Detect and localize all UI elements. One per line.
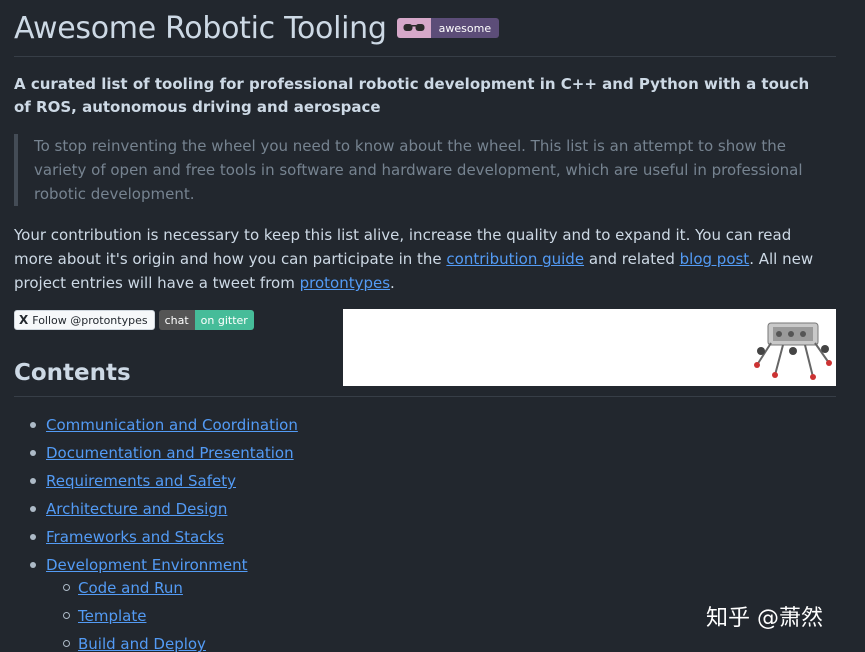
toc-subitem: Code and Run [46, 575, 206, 603]
title-row: Awesome Robotic Tooling awesome [14, 8, 500, 48]
toc-item: Architecture and Design [14, 496, 298, 524]
toc-link-requirements[interactable]: Requirements and Safety [46, 472, 236, 490]
toc-item: Documentation and Presentation [14, 440, 298, 468]
protontypes-link[interactable]: protontypes [300, 274, 390, 292]
contents-divider [14, 396, 836, 397]
toc-item: Frameworks and Stacks [14, 524, 298, 552]
x-logo-icon: X [19, 313, 29, 327]
contribution-paragraph: Your contribution is necessary to keep t… [14, 223, 824, 295]
sunglasses-icon [396, 18, 431, 38]
blog-post-link[interactable]: blog post [680, 250, 750, 268]
table-of-contents: Communication and Coordination Documenta… [14, 412, 298, 580]
twitter-follow-badge[interactable]: X Follow @protontypes [14, 310, 155, 330]
toc-subitem: Build and Deploy [46, 631, 206, 652]
toc-link-code-and-run[interactable]: Code and Run [78, 579, 183, 597]
table-of-contents-sublist: Code and Run Template Build and Deploy [46, 575, 206, 652]
contribution-text-4: . [390, 274, 395, 292]
contribution-text-2: and related [584, 250, 680, 268]
toc-link-communication[interactable]: Communication and Coordination [46, 416, 298, 434]
blockquote: To stop reinventing the wheel you need t… [14, 134, 814, 206]
awesome-badge[interactable]: awesome [396, 18, 500, 38]
contribution-guide-link[interactable]: contribution guide [446, 250, 584, 268]
robot-hero-image [343, 309, 836, 386]
twitter-follow-label: Follow @protontypes [32, 313, 148, 327]
toc-subitem: Template [46, 603, 206, 631]
robot-illustration [754, 322, 832, 380]
toc-link-frameworks[interactable]: Frameworks and Stacks [46, 528, 224, 546]
toc-link-build-and-deploy[interactable]: Build and Deploy [78, 635, 206, 652]
toc-item: Communication and Coordination [14, 412, 298, 440]
badges-row: X Follow @protontypes chat on gitter [14, 310, 254, 330]
awesome-badge-label: awesome [430, 18, 500, 38]
toc-link-template[interactable]: Template [78, 607, 146, 625]
page-title: Awesome Robotic Tooling [14, 10, 387, 46]
toc-link-architecture[interactable]: Architecture and Design [46, 500, 227, 518]
title-divider [14, 56, 836, 57]
watermark: 知乎 @萧然 [706, 606, 823, 631]
gitter-badge-left: chat [158, 310, 195, 330]
toc-link-development-environment[interactable]: Development Environment [46, 556, 248, 574]
toc-item: Requirements and Safety [14, 468, 298, 496]
contents-heading: Contents [14, 360, 131, 386]
gitter-chat-badge[interactable]: chat on gitter [158, 310, 254, 330]
toc-link-documentation[interactable]: Documentation and Presentation [46, 444, 294, 462]
gitter-badge-right: on gitter [194, 310, 254, 330]
subtitle: A curated list of tooling for profession… [14, 75, 810, 116]
